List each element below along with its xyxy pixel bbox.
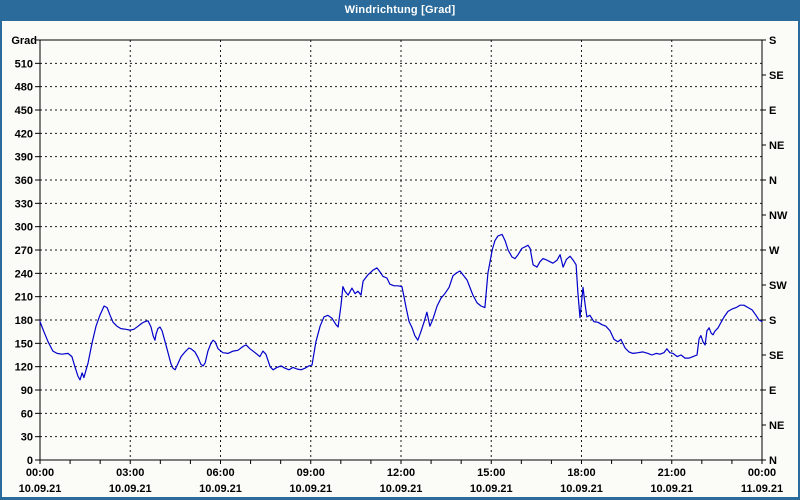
y-left-tick-label: 0 [27,455,33,467]
y-left-tick-label: 450 [15,105,33,117]
app-window: Windrichtung [Grad] 0 30 60 90 120 150 180 210 2… [0,0,800,500]
y-left-tick-label: 30 [21,432,33,444]
y-right-compass-label: S [769,315,776,327]
x-date-label: 10.09.21 [560,483,603,495]
y-left-tick-label: 60 [21,408,33,420]
x-date-label: 10.09.21 [109,483,152,495]
y-left-tick-label: 480 [15,82,33,94]
y-right-compass-label: NW [769,210,788,222]
y-right-compass-label: N [769,175,777,187]
y-left-tick-label: 120 [15,362,33,374]
x-time-label: 18:00 [567,467,595,479]
x-time-label: 09:00 [297,467,325,479]
window-title: Windrichtung [Grad] [344,4,456,16]
x-date-label: 10.09.21 [289,483,332,495]
y-left-tick-label: 90 [21,385,33,397]
y-right-compass-label: NE [769,420,784,432]
y-left-tick-label: 510 [15,58,33,70]
y-left-tick-label: 150 [15,338,33,350]
x-time-label: 00:00 [748,467,776,479]
y-left-tick-label: 270 [15,245,33,257]
y-axis-unit-label: Grad [11,35,37,47]
y-left-tick-label: 390 [15,152,33,164]
x-date-label: 11.09.21 [741,483,783,495]
x-date-label: 10.09.21 [199,483,242,495]
y-right-compass-label: W [769,245,780,257]
x-date-label: 10.09.21 [470,483,513,495]
y-right-compass-label: E [769,105,776,117]
x-time-label: 06:00 [206,467,234,479]
x-date-label: 10.09.21 [19,483,62,495]
x-date-label: 10.09.21 [380,483,423,495]
wind-direction-chart: 0 30 60 90 120 150 180 210 240 270 300 330 360 390 420… [11,35,788,495]
y-right-compass-label: SE [769,350,784,362]
y-left-tick-label: 360 [15,175,33,187]
y-left-tick-label: 210 [15,292,33,304]
y-left-tick-label: 240 [15,268,33,280]
y-left-tick-label: 300 [15,222,33,234]
x-time-label: 12:00 [387,467,415,479]
y-left-tick-label: 420 [15,128,33,140]
window-titlebar: Windrichtung [Grad] [0,0,800,21]
y-left-tick-label: 330 [15,198,33,210]
x-time-label: 21:00 [658,467,686,479]
y-right-compass-label: N [769,455,777,467]
x-time-label: 03:00 [116,467,144,479]
y-right-compass-label: NE [769,140,784,152]
x-time-label: 15:00 [477,467,505,479]
y-right-compass-label: E [769,385,776,397]
y-right-compass-label: SW [769,280,787,292]
chart-area: 0 30 60 90 120 150 180 210 240 270 300 330 360 390 420… [2,21,798,497]
x-time-label: 00:00 [26,467,54,479]
x-date-label: 10.09.21 [650,483,693,495]
y-right-compass-label: SE [769,70,784,82]
y-left-tick-label: 180 [15,315,33,327]
y-right-compass-label: S [769,35,776,47]
